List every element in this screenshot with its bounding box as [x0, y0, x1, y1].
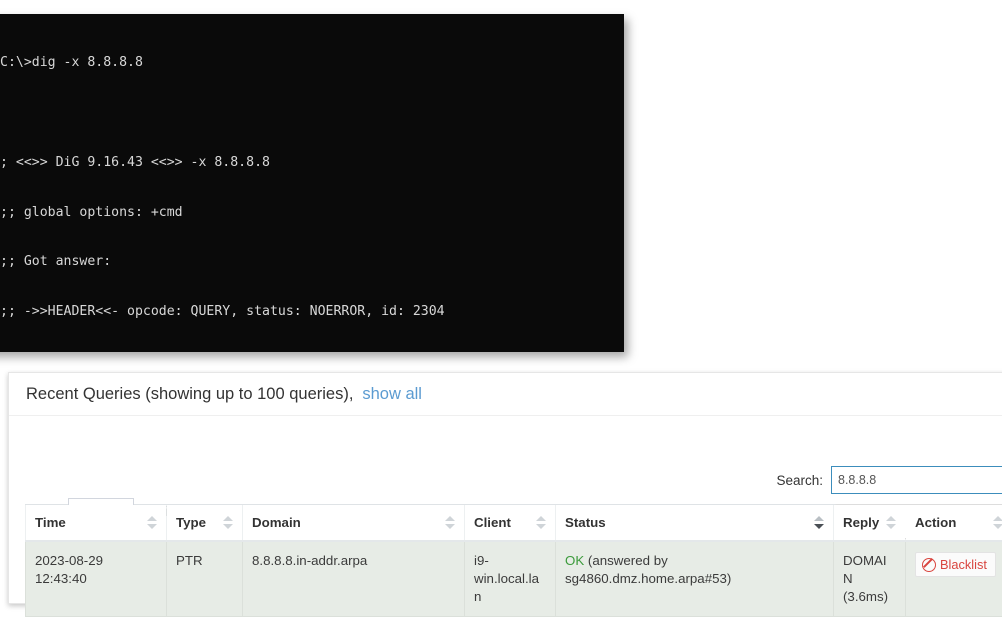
- column-header-action[interactable]: Action: [905, 504, 1002, 542]
- recent-queries-panel: Recent Queries (showing up to 100 querie…: [8, 372, 1002, 617]
- terminal-window: C:\>dig -x 8.8.8.8 ; <<>> DiG 9.16.43 <<…: [0, 14, 624, 352]
- table-body: 2023-08-29 12:43:40 PTR 8.8.8.8.in-addr.…: [25, 541, 1002, 617]
- table-head: Time Type Domain Client Status Reply Act…: [25, 504, 1002, 542]
- cell-domain: 8.8.8.8.in-addr.arpa: [242, 541, 465, 617]
- column-label: Status: [565, 515, 606, 530]
- sort-icon: [886, 516, 896, 529]
- cell-type: PTR: [166, 541, 243, 617]
- show-all-link[interactable]: show all: [362, 385, 422, 403]
- blacklist-label: Blacklist: [940, 557, 987, 572]
- cell-status: OK (answered by sg4860.dmz.home.arpa#53): [555, 541, 834, 617]
- column-label: Type: [176, 515, 207, 530]
- terminal-line: ; <<>> DiG 9.16.43 <<>> -x 8.8.8.8: [0, 154, 270, 170]
- sort-icon: [445, 516, 455, 529]
- status-badge: OK: [565, 553, 585, 568]
- panel-heading: Recent Queries (showing up to 100 querie…: [9, 373, 1002, 416]
- column-header-time[interactable]: Time: [25, 504, 167, 542]
- column-label: Time: [35, 515, 66, 530]
- terminal-line: ;; Got answer:: [0, 254, 112, 270]
- column-header-domain[interactable]: Domain: [242, 504, 465, 542]
- terminal-output: C:\>dig -x 8.8.8.8 ; <<>> DiG 9.16.43 <<…: [0, 22, 624, 352]
- terminal-line: ;; global options: +cmd: [0, 204, 183, 220]
- terminal-line: ;; ->>HEADER<<- opcode: QUERY, status: N…: [0, 304, 445, 320]
- search-input[interactable]: [831, 466, 1002, 494]
- column-header-reply[interactable]: Reply: [833, 504, 906, 542]
- cell-time: 2023-08-29 12:43:40: [25, 541, 167, 617]
- column-header-client[interactable]: Client: [464, 504, 556, 542]
- blacklist-button[interactable]: Blacklist: [915, 552, 996, 577]
- search-control: Search:: [776, 466, 1002, 494]
- queries-table: Time Type Domain Client Status Reply Act…: [25, 504, 1002, 617]
- column-header-status[interactable]: Status: [555, 504, 834, 542]
- sort-icon: [223, 516, 233, 529]
- page-title: Recent Queries (showing up to 100 querie…: [26, 385, 354, 403]
- screenshot-root: C:\>dig -x 8.8.8.8 ; <<>> DiG 9.16.43 <<…: [0, 0, 1002, 618]
- status-detail: (answered by sg4860.dmz.home.arpa#53): [565, 553, 732, 586]
- terminal-line: C:\>dig -x 8.8.8.8: [0, 55, 143, 71]
- cell-reply: DOMAIN (3.6ms): [833, 541, 906, 617]
- table-header-row: Time Type Domain Client Status Reply Act…: [25, 504, 1002, 542]
- sort-desc-icon: [814, 516, 824, 529]
- column-label: Action: [915, 515, 957, 530]
- cell-action: Blacklist: [905, 541, 1002, 617]
- panel-body: Search: Show 10 25 50 100 All entries P: [9, 416, 1002, 617]
- table-row[interactable]: 2023-08-29 12:43:40 PTR 8.8.8.8.in-addr.…: [25, 541, 1002, 617]
- table-controls: Search: Show 10 25 50 100 All entries P: [9, 416, 1002, 539]
- column-label: Reply: [843, 515, 880, 530]
- column-label: Client: [474, 515, 511, 530]
- search-label: Search:: [776, 472, 823, 488]
- column-label: Domain: [252, 515, 301, 530]
- sort-icon: [992, 516, 1002, 529]
- ban-icon: [922, 557, 936, 572]
- sort-icon: [147, 516, 157, 529]
- cell-client: i9-win.local.lan: [464, 541, 556, 617]
- column-header-type[interactable]: Type: [166, 504, 243, 542]
- sort-icon: [536, 516, 546, 529]
